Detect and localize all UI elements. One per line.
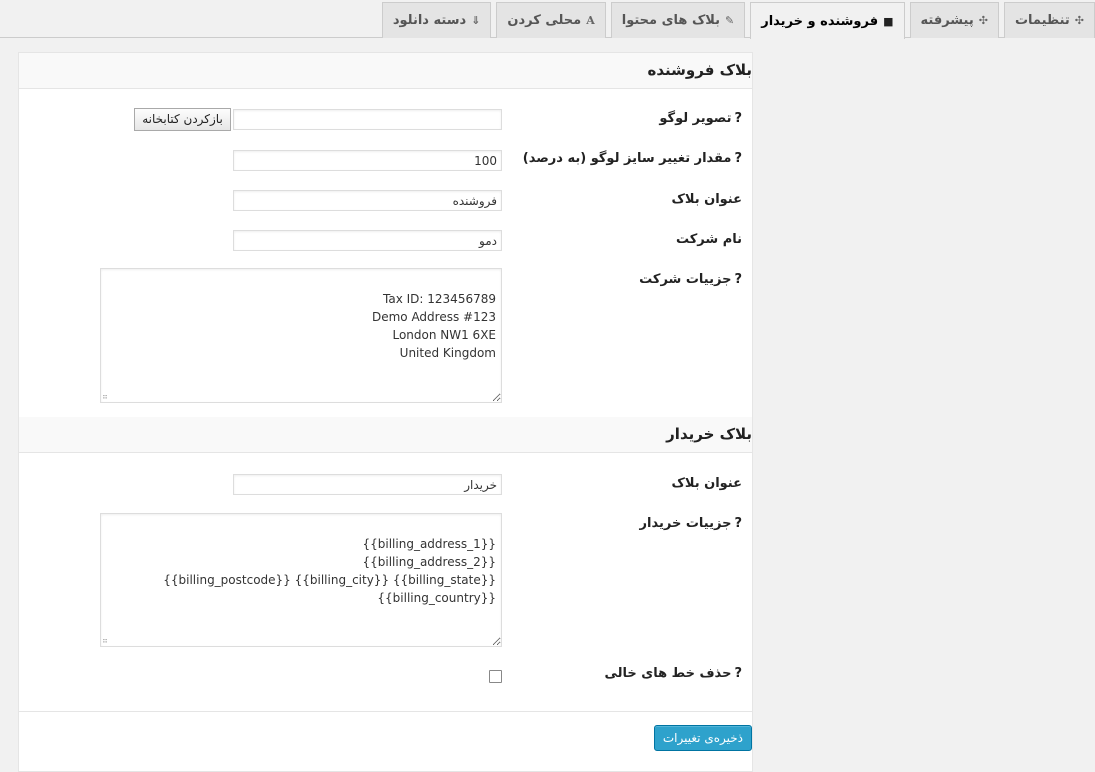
tab-settings[interactable]: ✣ تنظیمات <box>1003 2 1095 38</box>
company-details-label: ?جزییات شرکت <box>639 272 742 287</box>
tab-seller-buyer[interactable]: ■ فروشنده و خریدار <box>750 2 905 39</box>
gears-icon: ✣ <box>978 14 988 27</box>
buyer-section-header: بلاک خریدار <box>19 417 752 453</box>
download-icon: ⇓ <box>471 14 481 27</box>
buyer-section-title: بلاک خریدار <box>666 425 752 443</box>
edit-icon: ✎ <box>725 14 735 27</box>
remove-empty-lines-checkbox[interactable] <box>489 670 502 683</box>
company-name-input[interactable] <box>233 230 502 251</box>
logo-label: ?تصویر لوگو <box>659 111 742 126</box>
save-changes-button[interactable]: ذخیره‌ی تغییرات <box>653 725 752 751</box>
tab-label: دسته دانلود <box>392 13 467 28</box>
tab-label: محلی کردن <box>507 13 582 28</box>
resize-grip-icon[interactable]: ⠶ <box>102 393 108 401</box>
settings-panel: بلاک فروشنده ?تصویر لوگو بازکردن کتابخان… <box>18 52 753 772</box>
company-name-label: نام شرکت <box>675 232 742 247</box>
help-icon[interactable]: ? <box>734 272 742 287</box>
buyer-details-label: ?جزییات خریدار <box>639 516 742 531</box>
divider <box>19 711 752 712</box>
buyer-block-title-input[interactable] <box>233 474 502 495</box>
tab-localization[interactable]: A محلی کردن <box>496 2 606 38</box>
company-details-textarea[interactable]: Tax ID: 123456789 Demo Address #123 Lond… <box>100 268 502 403</box>
font-icon: A <box>586 14 595 27</box>
help-icon[interactable]: ? <box>734 516 742 531</box>
logo-resize-label: ?مقدار تغییر سایز لوگو (به درصد) <box>522 151 742 166</box>
help-icon[interactable]: ? <box>734 111 742 126</box>
tab-label: بلاک های محتوا <box>621 13 721 28</box>
tab-bulk-download[interactable]: ⇓ دسته دانلود <box>381 2 492 38</box>
briefcase-icon: ■ <box>883 14 894 28</box>
resize-grip-icon[interactable]: ⠶ <box>102 637 108 645</box>
company-details-text: Tax ID: 123456789 Demo Address #123 Lond… <box>371 292 496 360</box>
seller-section-title: بلاک فروشنده <box>647 61 752 79</box>
tab-label: فروشنده و خریدار <box>761 13 879 29</box>
tab-bar: ✣ تنظیمات ✣ پیشرفته ■ فروشنده و خریدار ✎… <box>377 2 1095 39</box>
open-library-button[interactable]: بازکردن کتابخانه <box>134 108 231 131</box>
remove-empty-lines-label: ?حذف خط های خالی <box>604 666 743 681</box>
logo-input[interactable] <box>233 109 502 130</box>
tab-label: پیشرفته <box>920 13 974 28</box>
tab-content-blocks[interactable]: ✎ بلاک های محتوا <box>610 2 746 38</box>
help-icon[interactable]: ? <box>734 151 742 166</box>
help-icon[interactable]: ? <box>734 666 742 681</box>
seller-block-title-input[interactable] <box>233 190 502 211</box>
tab-label: تنظیمات <box>1014 13 1070 28</box>
buyer-block-title-label: عنوان بلاک <box>671 476 742 491</box>
seller-section-header: بلاک فروشنده <box>19 53 752 89</box>
buyer-details-text: {{billing_address_1}} {{billing_address_… <box>163 537 496 605</box>
logo-resize-input[interactable] <box>233 150 502 171</box>
gears-icon: ✣ <box>1074 14 1084 27</box>
buyer-details-textarea[interactable]: {{billing_address_1}} {{billing_address_… <box>100 513 502 647</box>
seller-block-title-label: عنوان بلاک <box>671 192 742 207</box>
tab-advanced[interactable]: ✣ پیشرفته <box>909 2 999 38</box>
